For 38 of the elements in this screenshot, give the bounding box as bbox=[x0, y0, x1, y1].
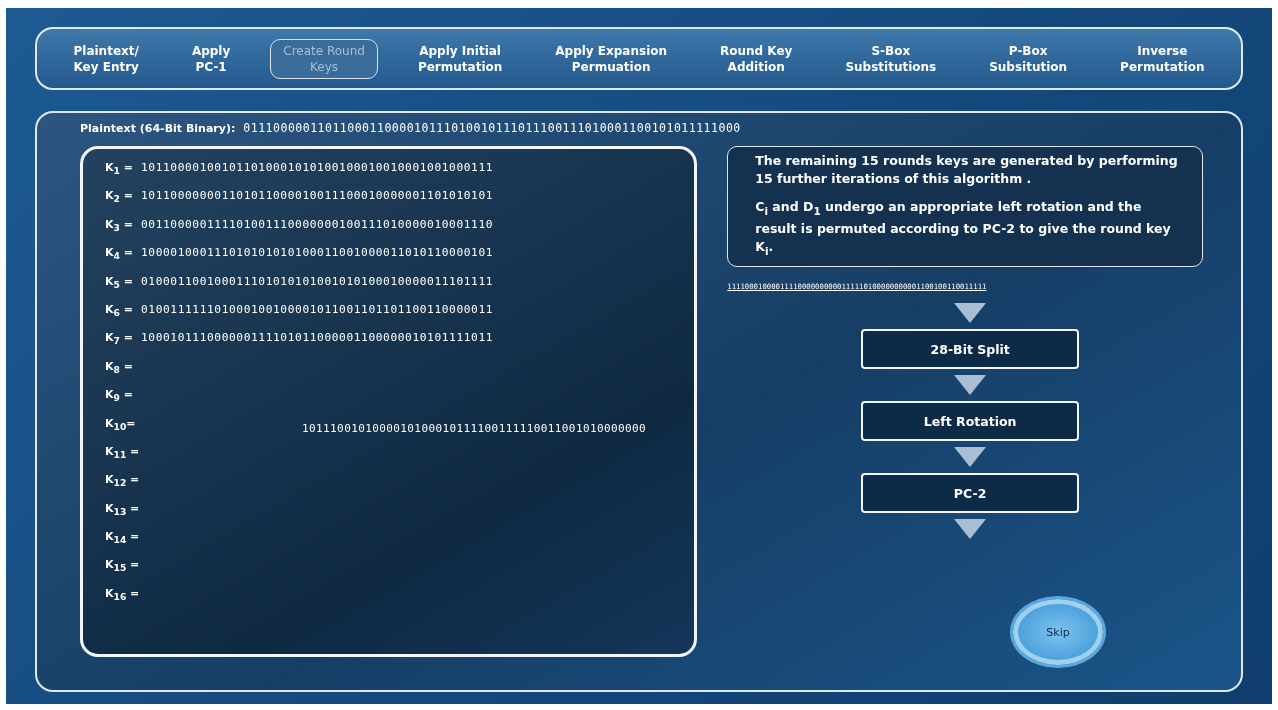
key-label: K$_{9}$ = bbox=[105, 388, 134, 404]
key-value: 010001100100011101010101001010100010000011101111 bbox=[141, 274, 494, 288]
key-label: K$_{8}$ = bbox=[105, 359, 134, 375]
step-tab[interactable]: Apply Expansion Permuation bbox=[542, 38, 681, 79]
explanation-text: The remaining 15 rounds keys are generated by performing 15 further iterations of this algorithm . bbox=[755, 152, 1179, 188]
step-box: 28-Bit Split bbox=[861, 329, 1080, 369]
step-box: Left Rotation bbox=[861, 401, 1080, 441]
key-value: 100010111000000111101011000001100000010101111011 bbox=[141, 331, 494, 345]
step-tab[interactable]: P-Box Subsitution bbox=[976, 38, 1081, 79]
key-label: K$_{10}$= bbox=[105, 416, 135, 432]
plaintext-label: Plaintext (64-Bit Binary): bbox=[80, 122, 236, 135]
key-value: 001100000111101001110000000100111010000010001110 bbox=[141, 217, 494, 231]
key-label: K$_{7}$ = bbox=[105, 331, 134, 347]
step-box: PC-2 bbox=[861, 473, 1080, 513]
down-arrow-icon bbox=[954, 447, 987, 467]
key-label: K$_{2}$ = bbox=[105, 189, 134, 205]
key-value: 100001000111010101010100011001000011010110000101 bbox=[141, 246, 494, 260]
key-value: 101100000001101011000010011100010000001101010101 bbox=[141, 189, 494, 203]
step-tab[interactable]: Round Key Addition bbox=[707, 38, 806, 79]
down-arrow-icon bbox=[954, 375, 987, 395]
key-label: K$_{5}$ = bbox=[105, 274, 134, 290]
step-tab[interactable]: S-Box Substitutions bbox=[832, 38, 950, 79]
step-tab[interactable]: Inverse Permutation bbox=[1107, 38, 1218, 79]
moving-key-bits: 1011100101000010100010111100111110011001010000000 bbox=[302, 422, 647, 435]
skip-button[interactable]: Skip bbox=[1013, 599, 1103, 665]
down-arrow-icon bbox=[954, 519, 987, 539]
key-label: K$_{6}$ = bbox=[105, 302, 134, 319]
down-arrow-icon bbox=[954, 303, 987, 323]
step-tab[interactable]: Apply PC-1 bbox=[178, 38, 244, 79]
key-label: K$_{4}$ = bbox=[105, 246, 134, 262]
plaintext-value: 0111000001101100011000010111010010111011100111010001100101011111000 bbox=[243, 121, 741, 135]
step-tab[interactable]: Plaintext/ Key Entry bbox=[60, 38, 152, 79]
key-label: K$_{1}$ = bbox=[105, 161, 134, 177]
explanation-text: C$_{i}$ and D$_{1}$ undergo an appropriate left rotation and the result is permuted according to PC-2 to give the round key K$_{i}$. bbox=[755, 198, 1172, 258]
key-value: 010011111101000100100001011001101101100110000011 bbox=[141, 302, 494, 316]
key-value: 101100001001011010001010100100010010001001000111 bbox=[141, 161, 494, 174]
key-label: K$_{3}$ = bbox=[105, 217, 134, 233]
step-tab[interactable]: Apply Initial Permutation bbox=[404, 38, 516, 79]
